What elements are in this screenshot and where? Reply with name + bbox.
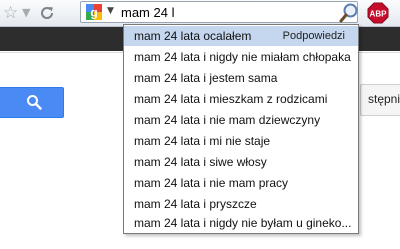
search-button[interactable] (0, 87, 64, 118)
suggestion-item[interactable]: mam 24 lata i nie mam pracy (124, 173, 358, 193)
suggestion-item[interactable]: mam 24 lata i nigdy nie byłam u gineko..… (124, 213, 358, 233)
google-search-engine-icon[interactable]: g (86, 4, 102, 20)
suggestion-item[interactable]: mam 24 lata i siwe włosy (124, 152, 358, 172)
suggestion-item[interactable]: mam 24 lata i mi nie staje (124, 131, 358, 151)
reload-icon[interactable] (38, 4, 56, 22)
suggestion-text: mam 24 lata ocalałem (134, 29, 252, 43)
suggestion-text: mam 24 lata i jestem sama (134, 71, 278, 85)
adblock-plus-icon[interactable]: ABP (367, 2, 389, 24)
suggestion-text: mam 24 lata i pryszcze (134, 197, 257, 211)
svg-text:ABP: ABP (370, 10, 388, 19)
suggestion-text: mam 24 lata i siwe włosy (134, 155, 267, 169)
star-icon[interactable]: ☆ (3, 4, 18, 22)
search-icon (27, 95, 42, 110)
suggestion-item[interactable]: mam 24 lata i pryszcze (124, 194, 358, 214)
suggestion-text: mam 24 lata i mi nie staje (134, 134, 271, 148)
dropdown-arrow-icon[interactable]: ▼ (22, 4, 30, 22)
suggestion-text: mam 24 lata i mieszkam z rodzicami (134, 92, 328, 106)
suggestion-text: mam 24 lata i nigdy nie miałam chłopaka (134, 50, 351, 64)
suggestion-text: mam 24 lata i nie mam pracy (134, 176, 289, 190)
suggestions-hint: Podpowiedzi (282, 30, 345, 42)
browser-toolbar: ☆ ▼ g ▼ ABP (0, 0, 400, 27)
svg-text:g: g (90, 6, 97, 20)
search-box[interactable]: g ▼ (80, 1, 358, 23)
search-input[interactable] (121, 4, 331, 21)
search-engine-dropdown-icon[interactable]: ▼ (107, 6, 114, 16)
suggestion-item[interactable]: mam 24 lata i mieszkam z rodzicami (124, 89, 358, 109)
suggestion-item[interactable]: mam 24 lata i nigdy nie miałam chłopaka (124, 47, 358, 67)
suggestion-item[interactable]: mam 24 lata ocalałem Podpowiedzi (124, 26, 358, 46)
magnifier-icon[interactable] (338, 2, 360, 24)
partial-page-text: stępni (368, 92, 400, 106)
suggestion-text: mam 24 lata i nigdy nie byłam u gineko..… (134, 216, 352, 230)
suggestions-dropdown: mam 24 lata ocalałem Podpowiedzi mam 24 … (123, 24, 359, 234)
suggestion-text: mam 24 lata i nie mam dziewczyny (134, 113, 321, 127)
suggestion-item[interactable]: mam 24 lata i jestem sama (124, 68, 358, 88)
suggestion-item[interactable]: mam 24 lata i nie mam dziewczyny (124, 110, 358, 130)
